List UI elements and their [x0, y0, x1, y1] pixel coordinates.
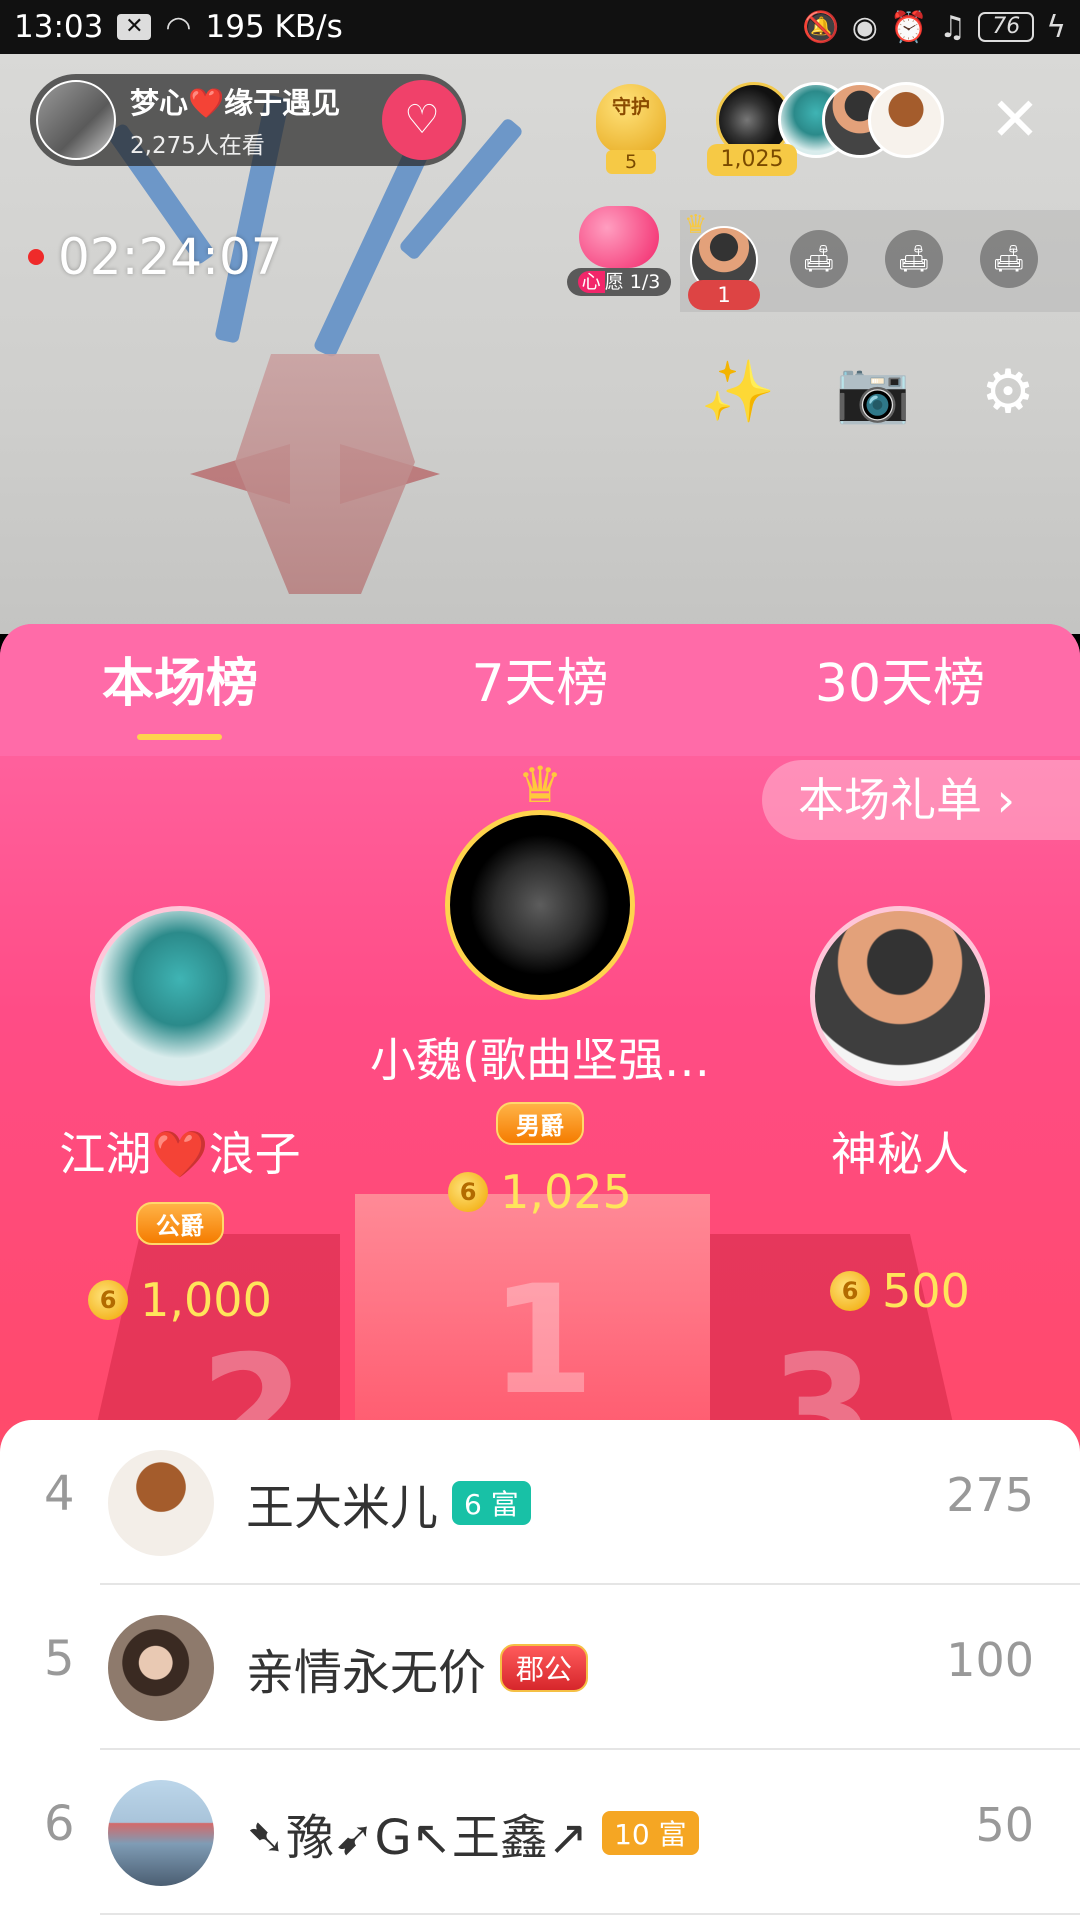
close-icon: ✕ [989, 85, 1041, 155]
guard-shield-icon: 守护 [596, 84, 666, 154]
alarm-icon: ⏰ [889, 9, 928, 45]
lock-rotation-icon: ◉ [851, 9, 878, 45]
user-avatar[interactable] [108, 1615, 214, 1721]
guard-count: 5 [606, 150, 656, 174]
user-name-row: 王大米儿 6 富 [246, 1468, 531, 1538]
wish-label: 心 [577, 271, 605, 293]
list-item[interactable]: 4 王大米儿 6 富 275 [0, 1420, 1080, 1585]
coin-value: 500 [882, 1264, 970, 1318]
camera-switch-icon: 📷 [835, 357, 911, 427]
rank-number: 5 [44, 1631, 75, 1687]
first-place-name: 小魏(歌曲坚强… [370, 1033, 710, 1087]
tab-30-days[interactable]: 30天榜 [720, 624, 1080, 756]
crown-icon: ♛ [517, 756, 563, 814]
rank-number: 6 [44, 1796, 75, 1852]
wish-progress: 心愿 1/3 [567, 268, 671, 296]
list-item[interactable]: 6 ➷豫➹G↖王鑫↗ 10 富 50 [0, 1750, 1080, 1915]
first-badge-wrap: 男爵 [340, 1102, 740, 1145]
guard-badge[interactable]: 守护 5 [588, 84, 674, 174]
coin-icon: 6 [448, 1172, 489, 1212]
seat-number: 1 [688, 280, 760, 310]
mute-bell-icon: 🔕 [802, 9, 840, 45]
second-place-coins: 6 1,000 [20, 1273, 340, 1327]
user-avatar[interactable] [108, 1450, 214, 1556]
user-name-row: 亲情永无价 郡公 [246, 1633, 589, 1703]
switch-camera-button[interactable]: 📷 [835, 354, 911, 430]
first-place-avatar[interactable] [445, 810, 635, 1000]
rank-list: 4 王大米儿 6 富 275 5 亲情永无价 郡公 100 6 ➷豫➹G↖王鑫↗… [0, 1420, 1080, 1920]
rank-badge: 公爵 [136, 1202, 224, 1245]
viewer-count: 2,275人在看 [130, 133, 265, 159]
divider [100, 1913, 1080, 1915]
live-video[interactable]: 梦心❤️缘于遇见 2,275人在看 ♡ 守护 5 1,025 ✕ 02:24:0… [0, 54, 1080, 634]
tab-underline [137, 734, 222, 740]
rank-second[interactable]: 江湖❤️浪子 公爵 6 1,000 [20, 906, 340, 1327]
coin-value: 1,000 [140, 1273, 272, 1327]
wealth-tag: 6 富 [452, 1481, 531, 1525]
status-left: 13:03 ✕ ◠ 195 KB/s [14, 9, 343, 45]
user-score: 275 [946, 1468, 1034, 1522]
deer-head-decor [235, 354, 415, 594]
heart-plus-icon: ♡ [404, 97, 440, 143]
coin-icon: 6 [88, 1280, 129, 1320]
second-place-name: 江湖❤️浪子 [59, 1127, 301, 1181]
user-name: ➷豫➹G↖王鑫↗ [246, 1810, 589, 1866]
timer-text: 02:24:07 [58, 228, 283, 286]
status-time: 13:03 [14, 9, 104, 45]
gear-icon: ⚙ [981, 357, 1035, 427]
host-avatar[interactable] [36, 80, 116, 160]
host-info: 梦心❤️缘于遇见 2,275人在看 [130, 80, 340, 160]
battery-icon: 76 [978, 12, 1035, 42]
empty-seat-sofa-icon[interactable]: 🛋 [885, 230, 943, 288]
wifi-icon: ◠ [165, 9, 192, 45]
third-place-avatar[interactable] [810, 906, 990, 1086]
notification-x-icon: ✕ [117, 14, 152, 40]
rank-badge: 男爵 [496, 1102, 584, 1145]
recording-dot-icon [28, 249, 44, 265]
second-badge-wrap: 公爵 [20, 1202, 340, 1245]
wealth-tag: 10 富 [602, 1811, 699, 1855]
user-name: 亲情永无价 [246, 1645, 487, 1701]
top-fan-avatar-4[interactable] [868, 82, 944, 158]
heart-icon [579, 206, 659, 268]
user-score: 100 [946, 1633, 1034, 1687]
network-speed: 195 KB/s [205, 9, 343, 45]
beauty-wand-button[interactable]: ✨ [700, 354, 776, 430]
noble-tag: 郡公 [500, 1644, 589, 1692]
coin-value: 1,025 [500, 1165, 632, 1219]
gift-list-button[interactable]: 本场礼单 › [762, 760, 1080, 840]
user-name-row: ➷豫➹G↖王鑫↗ 10 富 [246, 1798, 699, 1868]
host-name: 梦心❤️缘于遇见 [130, 86, 341, 120]
settings-button[interactable]: ⚙ [970, 354, 1046, 430]
wish-widget[interactable]: 心愿 1/3 [567, 206, 673, 296]
first-place-coins: 6 1,025 [340, 1165, 740, 1219]
second-place-avatar[interactable] [90, 906, 270, 1086]
third-place-coins: 6 500 [740, 1264, 1060, 1318]
rank-third[interactable]: 神秘人 6 500 [740, 906, 1060, 1318]
status-right: 🔕 ◉ ⏰ ♫ 76 ϟ [802, 10, 1066, 45]
list-item[interactable]: 5 亲情永无价 郡公 100 [0, 1585, 1080, 1750]
podium-number-1: 1 [490, 1254, 595, 1428]
user-avatar[interactable] [108, 1780, 214, 1886]
follow-heart-button[interactable]: ♡ [382, 80, 462, 160]
magic-wand-icon: ✨ [700, 357, 776, 427]
empty-seat-sofa-icon[interactable]: 🛋 [790, 230, 848, 288]
status-bar: 13:03 ✕ ◠ 195 KB/s 🔕 ◉ ⏰ ♫ 76 ϟ [0, 0, 1080, 54]
tab-7-days[interactable]: 7天榜 [360, 624, 720, 756]
live-timer: 02:24:07 [28, 228, 283, 286]
user-score: 50 [975, 1798, 1034, 1852]
charging-icon: ϟ [1046, 9, 1066, 45]
coin-icon: 6 [830, 1271, 871, 1311]
close-button[interactable]: ✕ [985, 90, 1045, 150]
top-fan-contribution: 1,025 [707, 144, 797, 176]
host-info-pill[interactable]: 梦心❤️缘于遇见 2,275人在看 ♡ [30, 74, 466, 166]
wish-count: 愿 1/3 [604, 271, 661, 293]
empty-seat-sofa-icon[interactable]: 🛋 [980, 230, 1038, 288]
user-name: 王大米儿 [246, 1480, 439, 1536]
third-place-name: 神秘人 [831, 1127, 969, 1181]
rank-number: 4 [44, 1466, 75, 1522]
headphones-icon: ♫ [939, 9, 967, 45]
rank-first[interactable]: ♛ 小魏(歌曲坚强… 男爵 6 1,025 [340, 760, 740, 1219]
